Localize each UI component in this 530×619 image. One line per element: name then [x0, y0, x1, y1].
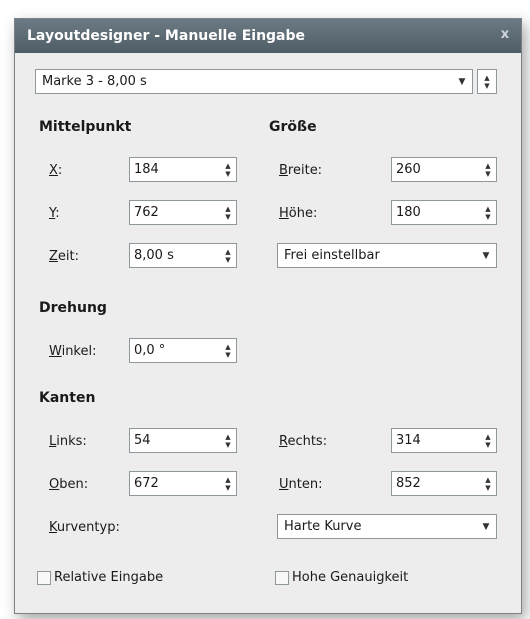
zeit-value: 8,00 s: [134, 248, 174, 263]
links-input[interactable]: 54 ▲ ▼: [129, 428, 237, 453]
hoehe-value: 180: [396, 205, 421, 220]
chevron-down-icon[interactable]: ▼: [476, 522, 496, 532]
winkel-label: Winkel:: [49, 344, 97, 359]
hoehe-spinner[interactable]: ▲ ▼: [480, 201, 496, 224]
hohe-genauigkeit-checkbox[interactable]: [275, 570, 289, 585]
winkel-spinner[interactable]: ▲ ▼: [220, 339, 236, 362]
y-value: 762: [134, 205, 159, 220]
rechts-spinner[interactable]: ▲ ▼: [480, 429, 496, 452]
winkel-input[interactable]: 0,0 ° ▲ ▼: [129, 338, 237, 363]
y-label: Y:: [49, 206, 60, 221]
oben-label: Oben:: [49, 477, 89, 492]
oben-input[interactable]: 672 ▲ ▼: [129, 471, 237, 496]
oben-spinner[interactable]: ▲ ▼: [220, 472, 236, 495]
hoehe-input[interactable]: 180 ▲ ▼: [391, 200, 497, 225]
mittelpunkt-heading: Mittelpunkt: [39, 119, 132, 135]
zeit-input[interactable]: 8,00 s ▲ ▼: [129, 243, 237, 268]
relative-eingabe-checkbox[interactable]: [37, 570, 51, 585]
title-bar[interactable]: Layoutdesigner - Manuelle Eingabe x: [15, 19, 521, 53]
breite-spinner[interactable]: ▲ ▼: [480, 158, 496, 181]
marker-select[interactable]: Marke 3 - 8,00 s ▼: [35, 69, 473, 94]
rechts-input[interactable]: 314 ▲ ▼: [391, 428, 497, 453]
hoehe-label: Höhe:: [279, 206, 318, 221]
marker-select-value: Marke 3 - 8,00 s: [42, 74, 147, 89]
spin-up-icon[interactable]: ▲: [484, 74, 489, 82]
chevron-down-icon[interactable]: ▼: [476, 251, 496, 261]
kurventyp-select[interactable]: Harte Kurve ▼: [277, 514, 497, 539]
y-input[interactable]: 762 ▲ ▼: [129, 200, 237, 225]
x-value: 184: [134, 162, 159, 177]
unten-input[interactable]: 852 ▲ ▼: [391, 471, 497, 496]
size-mode-select[interactable]: Frei einstellbar ▼: [277, 243, 497, 268]
unten-spinner[interactable]: ▲ ▼: [480, 472, 496, 495]
unten-value: 852: [396, 476, 421, 491]
zeit-label: Zeit:: [49, 249, 79, 264]
kurventyp-value: Harte Kurve: [284, 519, 362, 534]
breite-input[interactable]: 260 ▲ ▼: [391, 157, 497, 182]
relative-eingabe-label: Relative Eingabe: [54, 570, 164, 585]
hohe-genauigkeit-option[interactable]: Hohe Genauigkeit: [275, 570, 408, 585]
kanten-heading: Kanten: [39, 390, 96, 406]
y-spinner[interactable]: ▲ ▼: [220, 201, 236, 224]
links-label: Links:: [49, 434, 87, 449]
dialog-window: Layoutdesigner - Manuelle Eingabe x Mark…: [14, 18, 522, 614]
x-spinner[interactable]: ▲ ▼: [220, 158, 236, 181]
window-title: Layoutdesigner - Manuelle Eingabe: [27, 28, 306, 44]
groesse-heading: Größe: [269, 119, 317, 135]
links-spinner[interactable]: ▲ ▼: [220, 429, 236, 452]
breite-value: 260: [396, 162, 421, 177]
drehung-heading: Drehung: [39, 300, 107, 316]
spin-down-icon[interactable]: ▼: [484, 82, 489, 90]
chevron-down-icon[interactable]: ▼: [452, 77, 472, 87]
zeit-spinner[interactable]: ▲ ▼: [220, 244, 236, 267]
marker-spinner[interactable]: ▲ ▼: [477, 69, 497, 94]
links-value: 54: [134, 433, 151, 448]
winkel-value: 0,0 °: [134, 343, 166, 358]
rechts-label: Rechts:: [279, 434, 328, 449]
rechts-value: 314: [396, 433, 421, 448]
x-input[interactable]: 184 ▲ ▼: [129, 157, 237, 182]
hohe-genauigkeit-label: Hohe Genauigkeit: [292, 570, 409, 585]
size-mode-value: Frei einstellbar: [284, 248, 380, 263]
close-icon[interactable]: x: [497, 27, 513, 43]
oben-value: 672: [134, 476, 159, 491]
unten-label: Unten:: [279, 477, 323, 492]
breite-label: Breite:: [279, 163, 323, 178]
relative-eingabe-option[interactable]: Relative Eingabe: [37, 570, 163, 585]
x-label: X:: [49, 163, 63, 178]
kurventyp-label: Kurventyp:: [49, 520, 120, 535]
